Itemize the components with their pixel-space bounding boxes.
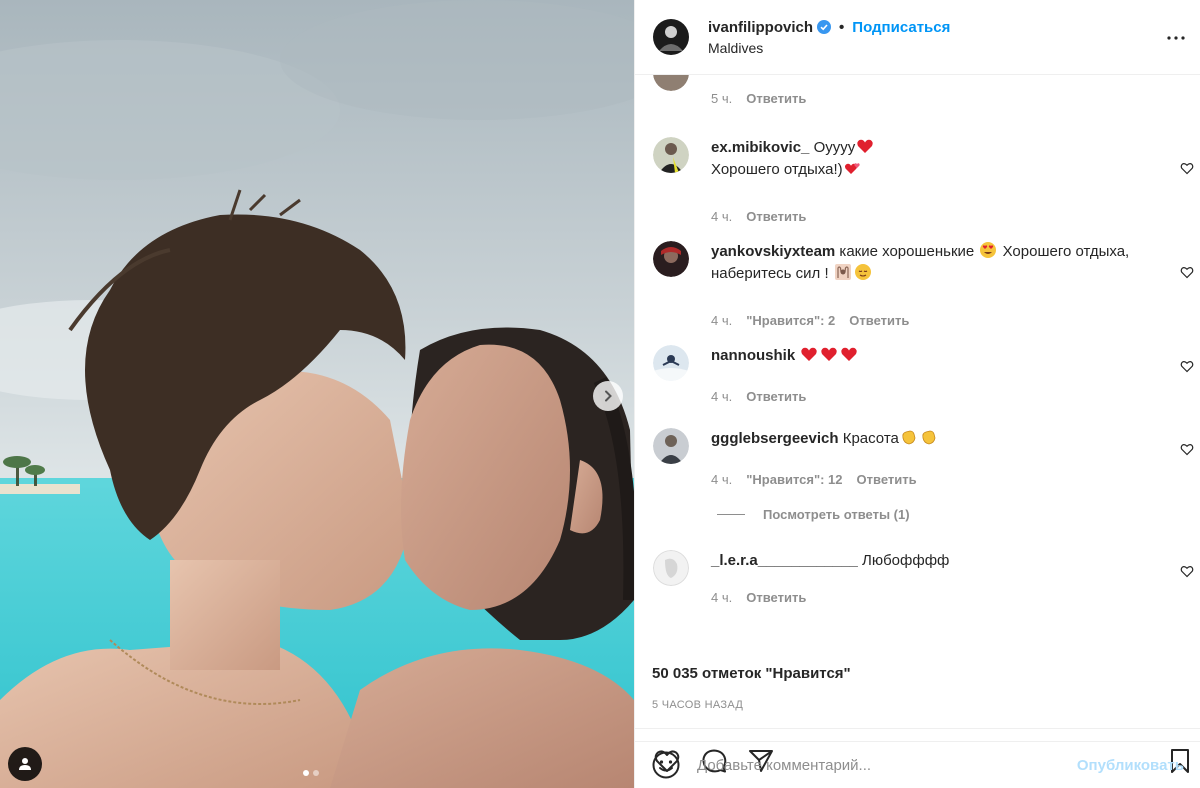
comment-text-continued: Хорошего отдыха, xyxy=(1002,243,1130,260)
red-heart-emoji xyxy=(821,347,838,361)
reply-button[interactable]: Ответить xyxy=(746,91,806,106)
likes-count[interactable]: 50 035 отметок "Нравится" xyxy=(652,665,851,682)
comment-time: 5 ч. xyxy=(711,91,733,106)
carousel-dot-active xyxy=(303,770,309,776)
replies-divider-line xyxy=(717,514,745,515)
comment-body: _l.e.r.a____________ Любофффф xyxy=(711,550,1171,572)
follow-button[interactable]: Подписаться xyxy=(852,19,950,36)
red-heart-emoji xyxy=(841,347,858,361)
comment-likes-count[interactable]: "Нравится": 2 xyxy=(746,313,835,328)
post-photo[interactable] xyxy=(0,0,634,788)
like-comment-heart-icon[interactable] xyxy=(1180,265,1194,279)
relieved-face-emoji xyxy=(854,264,871,280)
comment-body: yankovskiyxteam какие хорошенькие Хороше… xyxy=(711,241,1171,285)
comment-time: 4 ч. xyxy=(711,313,733,328)
raising-hands-emoji xyxy=(834,264,851,280)
post-location[interactable]: Maldives xyxy=(708,40,950,56)
carousel-indicator xyxy=(303,770,319,776)
comment-time: 4 ч. xyxy=(711,472,733,487)
commenter-avatar[interactable] xyxy=(653,137,689,173)
comment-body: nannoushik xyxy=(711,345,1171,367)
comment-likes-count[interactable]: "Нравится": 12 xyxy=(746,472,842,487)
commenter-avatar[interactable] xyxy=(653,75,689,91)
reply-button[interactable]: Ответить xyxy=(849,313,909,328)
reply-button[interactable]: Ответить xyxy=(746,590,806,605)
like-comment-heart-icon[interactable] xyxy=(1180,359,1194,373)
commenter-avatar[interactable] xyxy=(653,345,689,381)
comment-meta: 4 ч. Ответить xyxy=(711,590,806,605)
next-photo-button[interactable] xyxy=(593,381,623,411)
comment-meta: 5 ч. Ответить xyxy=(711,91,806,106)
comment-meta: 4 ч. "Нравится": 2 Ответить xyxy=(711,313,909,328)
emoji-smiley-icon[interactable] xyxy=(651,750,681,780)
commenter-username[interactable]: yankovskiyxteam xyxy=(711,243,835,260)
comment-time: 4 ч. xyxy=(711,389,733,404)
user-icon xyxy=(19,758,31,770)
comment-meta: 4 ч. "Нравится": 12 Ответить xyxy=(711,472,917,487)
red-heart-emoji xyxy=(801,347,818,361)
comment-meta: 4 ч. Ответить xyxy=(711,209,806,224)
comment-meta: 4 ч. Ответить xyxy=(711,389,806,404)
photo-scene xyxy=(0,0,634,788)
comment-input[interactable] xyxy=(697,756,1077,774)
post-header: ivanfilippovich • Подписаться Maldives xyxy=(635,0,1200,75)
commenter-avatar[interactable] xyxy=(653,241,689,277)
comment-time: 4 ч. xyxy=(711,590,733,605)
view-replies-label: Посмотреть ответы (1) xyxy=(763,507,910,522)
comment-text: Красота xyxy=(842,430,899,447)
author-avatar[interactable] xyxy=(653,19,689,55)
instagram-post-modal: ivanfilippovich • Подписаться Maldives 5… xyxy=(0,0,1200,788)
commenter-username[interactable]: _l.e.r.a____________ xyxy=(711,552,858,569)
tagged-users-button[interactable] xyxy=(8,747,42,781)
commenter-username[interactable]: nannoushik xyxy=(711,347,795,364)
commenter-avatar[interactable] xyxy=(653,428,689,464)
carousel-dot xyxy=(313,770,319,776)
reply-button[interactable]: Ответить xyxy=(857,472,917,487)
comment-body: ggglebsergeevich Красота xyxy=(711,428,1171,450)
red-heart-emoji xyxy=(857,139,873,153)
view-replies-button[interactable]: Посмотреть ответы (1) xyxy=(717,507,910,522)
like-comment-heart-icon[interactable] xyxy=(1180,442,1194,456)
clapping-hands-emoji xyxy=(922,430,936,445)
comments-list[interactable]: 5 ч. Ответить ex.mibikovic_ Oyyyy Хороше… xyxy=(635,75,1200,728)
commenter-avatar[interactable] xyxy=(653,550,689,586)
author-username[interactable]: ivanfilippovich xyxy=(708,19,813,36)
chevron-right-icon xyxy=(605,390,612,402)
comment-text: какие хорошенькие xyxy=(839,243,975,260)
comment-text: Oyyyy xyxy=(813,139,856,156)
comment-text-line2: наберитесь сил ! xyxy=(711,265,829,282)
like-comment-heart-icon[interactable] xyxy=(1180,161,1194,175)
more-options-icon[interactable] xyxy=(1164,26,1188,50)
header-separator: • xyxy=(839,18,845,36)
comment-time: 4 ч. xyxy=(711,209,733,224)
commenter-username[interactable]: ggglebsergeevich xyxy=(711,430,839,447)
reply-button[interactable]: Ответить xyxy=(746,209,806,224)
post-time-ago[interactable]: 5 ЧАСОВ НАЗАД xyxy=(652,699,743,711)
two-hearts-emoji xyxy=(844,163,860,174)
verified-badge-icon xyxy=(817,20,832,34)
comment-text: Любофффф xyxy=(862,552,950,569)
comment-text-line2: Хорошего отдыха!) xyxy=(711,161,843,178)
commenter-username[interactable]: ex.mibikovic_ xyxy=(711,139,809,156)
like-comment-heart-icon[interactable] xyxy=(1180,564,1194,578)
clapping-hands-emoji xyxy=(902,430,916,445)
comment-body: ex.mibikovic_ Oyyyy Хорошего отдыха!) xyxy=(711,137,1171,181)
publish-button[interactable]: Опубликовать xyxy=(1077,757,1184,774)
add-comment-bar: Опубликовать xyxy=(635,741,1200,788)
reply-button[interactable]: Ответить xyxy=(746,389,806,404)
heart-eyes-emoji xyxy=(980,242,997,258)
